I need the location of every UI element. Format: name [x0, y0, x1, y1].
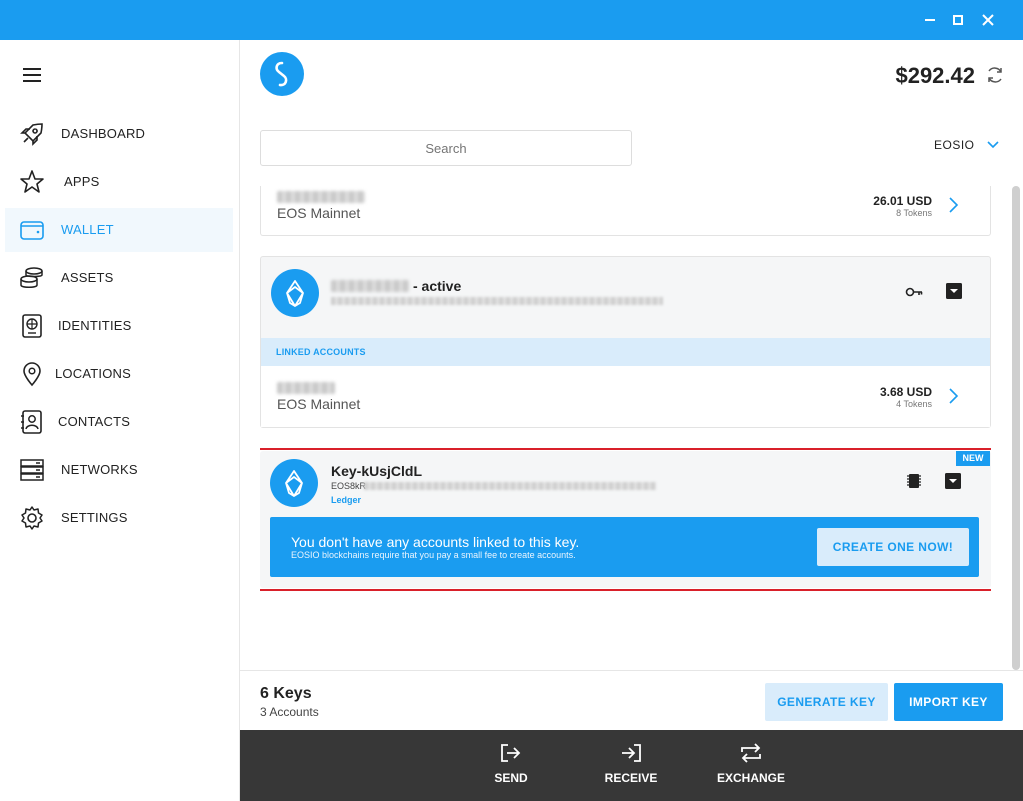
- key-title: Key-kUsjCldL: [331, 463, 423, 479]
- scrollbar[interactable]: [1011, 186, 1021, 670]
- send-button[interactable]: SEND: [461, 730, 561, 801]
- sidebar: DASHBOARD APPS WALLET ASSETS IDENTITIES …: [0, 40, 240, 801]
- new-badge: NEW: [956, 451, 990, 466]
- network-name: EOS Mainnet: [277, 396, 361, 412]
- action-label: EXCHANGE: [716, 771, 785, 785]
- public-key-prefix: EOS8kR: [331, 481, 367, 491]
- notice-title: You don't have any accounts linked to th…: [291, 534, 580, 550]
- chevron-right-icon[interactable]: [946, 387, 960, 405]
- key-icon[interactable]: [904, 282, 924, 302]
- sidebar-item-dashboard[interactable]: DASHBOARD: [5, 112, 233, 156]
- exchange-icon: [741, 743, 761, 763]
- action-label: RECEIVE: [604, 771, 658, 785]
- token-count: 4 Tokens: [896, 399, 932, 409]
- keys-count: 6 Keys: [260, 685, 312, 702]
- key-card: - active LINKED ACCOUNTS EOS Mainnet 3.6…: [260, 256, 991, 428]
- scrollbar-thumb[interactable]: [1012, 186, 1020, 670]
- contacts-icon: [21, 410, 42, 434]
- hardware-chip-icon[interactable]: [904, 471, 924, 491]
- title-bar: [0, 0, 1023, 40]
- total-balance: $292.42: [895, 63, 975, 88]
- send-icon: [501, 744, 521, 762]
- coins-icon: [20, 267, 43, 288]
- receive-button[interactable]: RECEIVE: [581, 730, 681, 801]
- generate-key-button[interactable]: GENERATE KEY: [765, 683, 888, 721]
- location-pin-icon: [23, 362, 41, 387]
- exchange-button[interactable]: EXCHANGE: [701, 730, 801, 801]
- key-permission: - active: [413, 278, 462, 294]
- sidebar-item-wallet[interactable]: WALLET: [5, 208, 233, 252]
- account-row[interactable]: EOS Mainnet 26.01 USD 8 Tokens: [260, 186, 991, 236]
- sidebar-item-assets[interactable]: ASSETS: [5, 256, 233, 300]
- chevron-right-icon[interactable]: [946, 196, 960, 214]
- refresh-icon[interactable]: [985, 65, 1005, 85]
- star-icon: [20, 170, 44, 193]
- action-bar: SEND RECEIVE EXCHANGE: [240, 730, 1023, 801]
- sidebar-item-locations[interactable]: LOCATIONS: [5, 352, 233, 396]
- gear-icon: [21, 506, 43, 530]
- account-name-redacted: [277, 191, 365, 203]
- footer: 6 Keys 3 Accounts GENERATE KEY IMPORT KE…: [240, 670, 1023, 730]
- eos-key-icon: [271, 269, 319, 317]
- network-name: EOS Mainnet: [277, 205, 361, 221]
- rocket-icon: [20, 123, 43, 146]
- sidebar-item-identities[interactable]: IDENTITIES: [5, 304, 233, 348]
- sidebar-item-label: ASSETS: [61, 270, 114, 285]
- sidebar-item-label: LOCATIONS: [55, 366, 131, 381]
- app-logo-icon: [260, 52, 304, 96]
- action-label: SEND: [494, 771, 528, 785]
- create-account-button[interactable]: CREATE ONE NOW!: [817, 528, 969, 566]
- dropdown-icon[interactable]: [943, 471, 963, 491]
- dropdown-icon[interactable]: [944, 281, 964, 301]
- close-icon[interactable]: [978, 10, 998, 30]
- chevron-down-icon[interactable]: [986, 138, 1000, 152]
- no-accounts-notice: You don't have any accounts linked to th…: [270, 517, 979, 577]
- receive-icon: [622, 744, 641, 762]
- eos-key-icon: [270, 459, 318, 507]
- token-count: 8 Tokens: [896, 208, 932, 218]
- sidebar-item-contacts[interactable]: CONTACTS: [5, 400, 233, 444]
- account-balance: 3.68 USD: [879, 385, 932, 399]
- linked-accounts-header: LINKED ACCOUNTS: [261, 338, 990, 366]
- main-panel: $292.42 EOSIO EOS Mainnet 26.01 USD 8 To…: [240, 40, 1023, 670]
- chain-filter-select[interactable]: EOSIO: [934, 138, 975, 152]
- server-icon: [20, 459, 44, 481]
- sidebar-item-apps[interactable]: APPS: [5, 160, 233, 204]
- device-type: Ledger: [331, 495, 362, 505]
- sidebar-item-label: DASHBOARD: [61, 126, 146, 141]
- account-name-redacted: [277, 382, 335, 394]
- accounts-list: EOS Mainnet 26.01 USD 8 Tokens - active …: [260, 186, 991, 670]
- account-row[interactable]: EOS Mainnet 3.68 USD 4 Tokens: [261, 366, 990, 427]
- hamburger-menu-icon[interactable]: [23, 68, 41, 82]
- sidebar-item-label: SETTINGS: [61, 510, 128, 525]
- account-balance: 26.01 USD: [873, 194, 932, 208]
- maximize-icon[interactable]: [948, 10, 968, 30]
- public-key-redacted: [364, 482, 656, 490]
- import-key-button[interactable]: IMPORT KEY: [894, 683, 1003, 721]
- sidebar-item-settings[interactable]: SETTINGS: [5, 496, 233, 540]
- search-input[interactable]: [260, 130, 632, 166]
- public-key-redacted: [331, 297, 663, 305]
- key-name-redacted: [331, 280, 409, 292]
- minimize-icon[interactable]: [920, 10, 940, 30]
- key-card: NEW Key-kUsjCldL EOS8kR Ledger You don't…: [260, 451, 991, 588]
- highlighted-key-card: NEW Key-kUsjCldL EOS8kR Ledger You don't…: [260, 448, 991, 591]
- passport-icon: [22, 314, 42, 338]
- sidebar-item-label: APPS: [64, 174, 100, 189]
- notice-subtitle: EOSIO blockchains require that you pay a…: [291, 550, 576, 560]
- sidebar-item-label: WALLET: [61, 222, 114, 237]
- sidebar-item-networks[interactable]: NETWORKS: [5, 448, 233, 492]
- sidebar-item-label: IDENTITIES: [58, 318, 132, 333]
- accounts-count: 3 Accounts: [260, 705, 319, 719]
- wallet-icon: [20, 221, 44, 240]
- sidebar-item-label: NETWORKS: [61, 462, 138, 477]
- sidebar-item-label: CONTACTS: [58, 414, 131, 429]
